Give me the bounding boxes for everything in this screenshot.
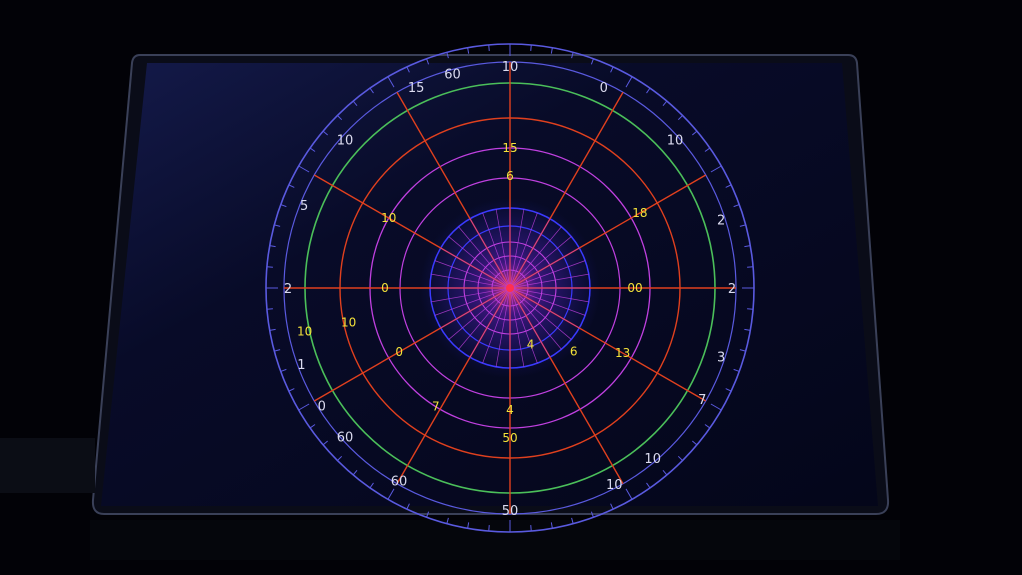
outer-label-12: 0 [318,400,326,415]
polar-tick-35 [266,308,273,310]
polar-tick-19 [488,525,490,532]
polar-tick-37 [266,266,273,268]
polar-display-scene: 1001022371010506060012510156015610100018… [0,43,900,560]
outer-label-6: 7 [698,393,706,408]
inner-label-14: 4 [527,337,535,351]
inner-label-6: 13 [615,346,630,360]
inner-label-0: 15 [502,141,517,155]
outer-label-14: 2 [284,282,292,297]
inner-label-1: 6 [506,169,514,183]
outer-label-3: 2 [717,213,725,228]
inner-label-7: 50 [502,431,517,445]
outer-label-11: 60 [337,431,354,446]
inner-label-10: 0 [381,281,389,295]
outer-label-0: 10 [502,60,519,75]
inner-label-11: 10 [381,211,396,225]
outer-label-17: 15 [408,81,425,96]
polar-tick-56 [550,47,553,54]
polar-tick-1 [747,308,754,310]
keyboard-edge [0,438,95,493]
outer-label-15: 5 [300,199,308,214]
inner-label-5: 18 [632,206,647,220]
outer-label-18: 60 [444,68,461,83]
outer-label-2: 10 [667,133,684,148]
outer-label-4: 2 [728,282,736,297]
polar-tick-52 [467,47,470,54]
polar-tick-55 [530,44,532,51]
inner-label-2: 10 [341,315,356,329]
inner-label-13: 6 [570,345,578,359]
inner-label-3: 10 [297,325,312,339]
polar-tick-71 [747,266,754,268]
outer-label-10: 60 [391,474,408,489]
polar-tick-17 [530,525,532,532]
inner-label-8: 4 [506,403,514,417]
outer-label-1: 0 [600,81,608,96]
polar-grid [265,43,755,533]
outer-label-8: 10 [606,478,623,493]
outer-label-13: 1 [297,358,305,373]
outer-label-5: 3 [717,351,725,366]
polar-tick-53 [488,44,490,51]
outer-label-7: 10 [644,452,661,467]
inner-label-9: 7 [432,400,440,414]
outer-label-9: 50 [502,504,519,519]
inner-label-4: 00 [627,281,642,295]
polar-center [506,284,514,292]
outer-label-16: 10 [337,133,354,148]
desk-reflection [90,520,900,560]
inner-label-12: 0 [395,345,403,359]
